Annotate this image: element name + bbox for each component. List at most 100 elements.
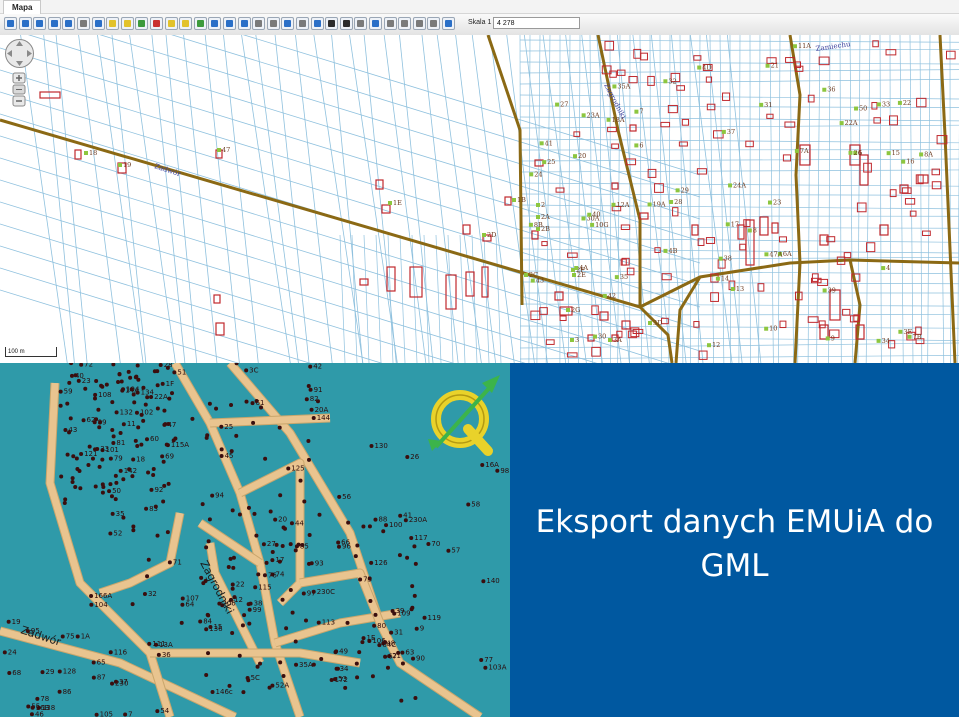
parcel-line [331, 34, 364, 364]
building [213, 294, 221, 304]
parcel-marker [602, 293, 607, 298]
address-point [306, 439, 311, 444]
address-number-label: 57 [451, 547, 460, 555]
address-point [422, 615, 427, 620]
user-button[interactable] [310, 17, 324, 30]
building [359, 278, 369, 286]
address-point [98, 420, 103, 425]
building [611, 143, 619, 149]
address-point [273, 517, 278, 522]
zoom-extent-button[interactable] [62, 17, 76, 30]
address-point [355, 543, 360, 548]
address-point [69, 363, 74, 366]
edit-button[interactable] [135, 17, 149, 30]
window-button[interactable] [383, 17, 397, 30]
pencil-button[interactable] [106, 17, 120, 30]
export-button[interactable] [208, 17, 222, 30]
parcel-number-label: 3E [903, 328, 912, 336]
address-point [2, 650, 7, 655]
parcel-number-label: 6 [639, 141, 643, 149]
measure-button[interactable] [164, 17, 178, 30]
address-point [118, 468, 123, 473]
parcel-line [567, 34, 571, 364]
building [915, 174, 924, 185]
info-button[interactable] [427, 17, 441, 30]
address-point [121, 422, 126, 427]
pan-control-icon[interactable] [4, 38, 35, 69]
parcel-line [758, 34, 761, 364]
address-point [152, 369, 157, 374]
address-point [132, 400, 137, 405]
address-number-label: 29 [46, 668, 55, 676]
parcel-number-label: 8A [924, 150, 933, 158]
import-icon [226, 20, 233, 27]
parcel-marker [765, 63, 770, 68]
parcel-marker [794, 148, 799, 153]
address-point [90, 456, 95, 461]
report-button[interactable] [412, 17, 426, 30]
address-point [111, 441, 116, 446]
label-button[interactable] [179, 17, 193, 30]
print-button[interactable] [77, 17, 90, 30]
pan-tool-button[interactable] [4, 17, 17, 30]
zoom-control[interactable] [11, 72, 27, 108]
vehicle-button[interactable] [339, 17, 353, 30]
address-point [162, 483, 167, 488]
table-button[interactable] [91, 17, 105, 30]
address-point [368, 599, 373, 604]
target-icon [153, 20, 160, 27]
note-button[interactable] [354, 17, 368, 30]
address-point [93, 447, 98, 452]
target-button[interactable] [150, 17, 163, 30]
parcel-line [519, 342, 959, 349]
building [842, 308, 851, 316]
address-number-label: 44 [295, 519, 304, 527]
parcel-number-label: 37 [727, 128, 735, 136]
download-button[interactable] [237, 17, 251, 30]
zoom-out-tool-button[interactable] [33, 17, 47, 30]
map-toolbar: Skala 1 : 4 278 [0, 14, 959, 36]
address-point [204, 627, 209, 632]
layer-button[interactable] [193, 17, 207, 30]
address-point [311, 662, 316, 667]
address-point [361, 524, 366, 529]
cadastral-map-canvas[interactable]: 1819471E 1B22A2B2C2D2E2F2G3 3A3D3E44A4B4D5… [0, 0, 959, 506]
address-point [100, 457, 105, 462]
zoom-in-tool-button[interactable] [18, 17, 32, 30]
cadastral-map-view[interactable]: 18 19 47 1E 1B 2 2A 2B 2C 2D 2E 2F 2G 3 3A 3D 3E 4 4A 4B 4D 5… [0, 0, 959, 506]
address-point [256, 572, 261, 577]
document-button[interactable] [252, 17, 266, 30]
select-button[interactable] [120, 17, 134, 30]
address-point [100, 490, 105, 495]
address-point [151, 467, 156, 472]
list-button[interactable] [266, 17, 280, 30]
address-number-label: 42 [313, 363, 322, 371]
address-number-label: 35A [299, 661, 313, 669]
layers-button[interactable] [369, 17, 382, 30]
address-point [466, 502, 471, 507]
building [39, 91, 61, 99]
printer-button[interactable] [296, 17, 309, 30]
address-point [131, 528, 136, 533]
address-point [91, 675, 96, 680]
address-number-label: 67 [388, 653, 397, 661]
parcel-marker [482, 233, 486, 237]
parcel-marker [590, 222, 595, 227]
parcel-marker [581, 216, 586, 221]
address-number-label: 5C [251, 674, 260, 682]
grid-button[interactable] [281, 17, 295, 30]
address-point [139, 442, 144, 447]
address-number-label: 15 [213, 623, 222, 631]
address-point [230, 582, 235, 587]
scale-input[interactable]: 4 278 [493, 17, 580, 29]
tab-mapa[interactable]: Mapa [3, 0, 42, 14]
address-point [231, 565, 236, 570]
map-button[interactable] [442, 17, 455, 30]
panel-button[interactable] [398, 17, 412, 30]
truck-button[interactable] [325, 17, 339, 30]
address-point [165, 365, 170, 370]
import-button[interactable] [223, 17, 236, 30]
address-point [412, 544, 417, 549]
zoom-box-button[interactable] [47, 17, 61, 30]
address-number-label: 93 [315, 559, 324, 567]
